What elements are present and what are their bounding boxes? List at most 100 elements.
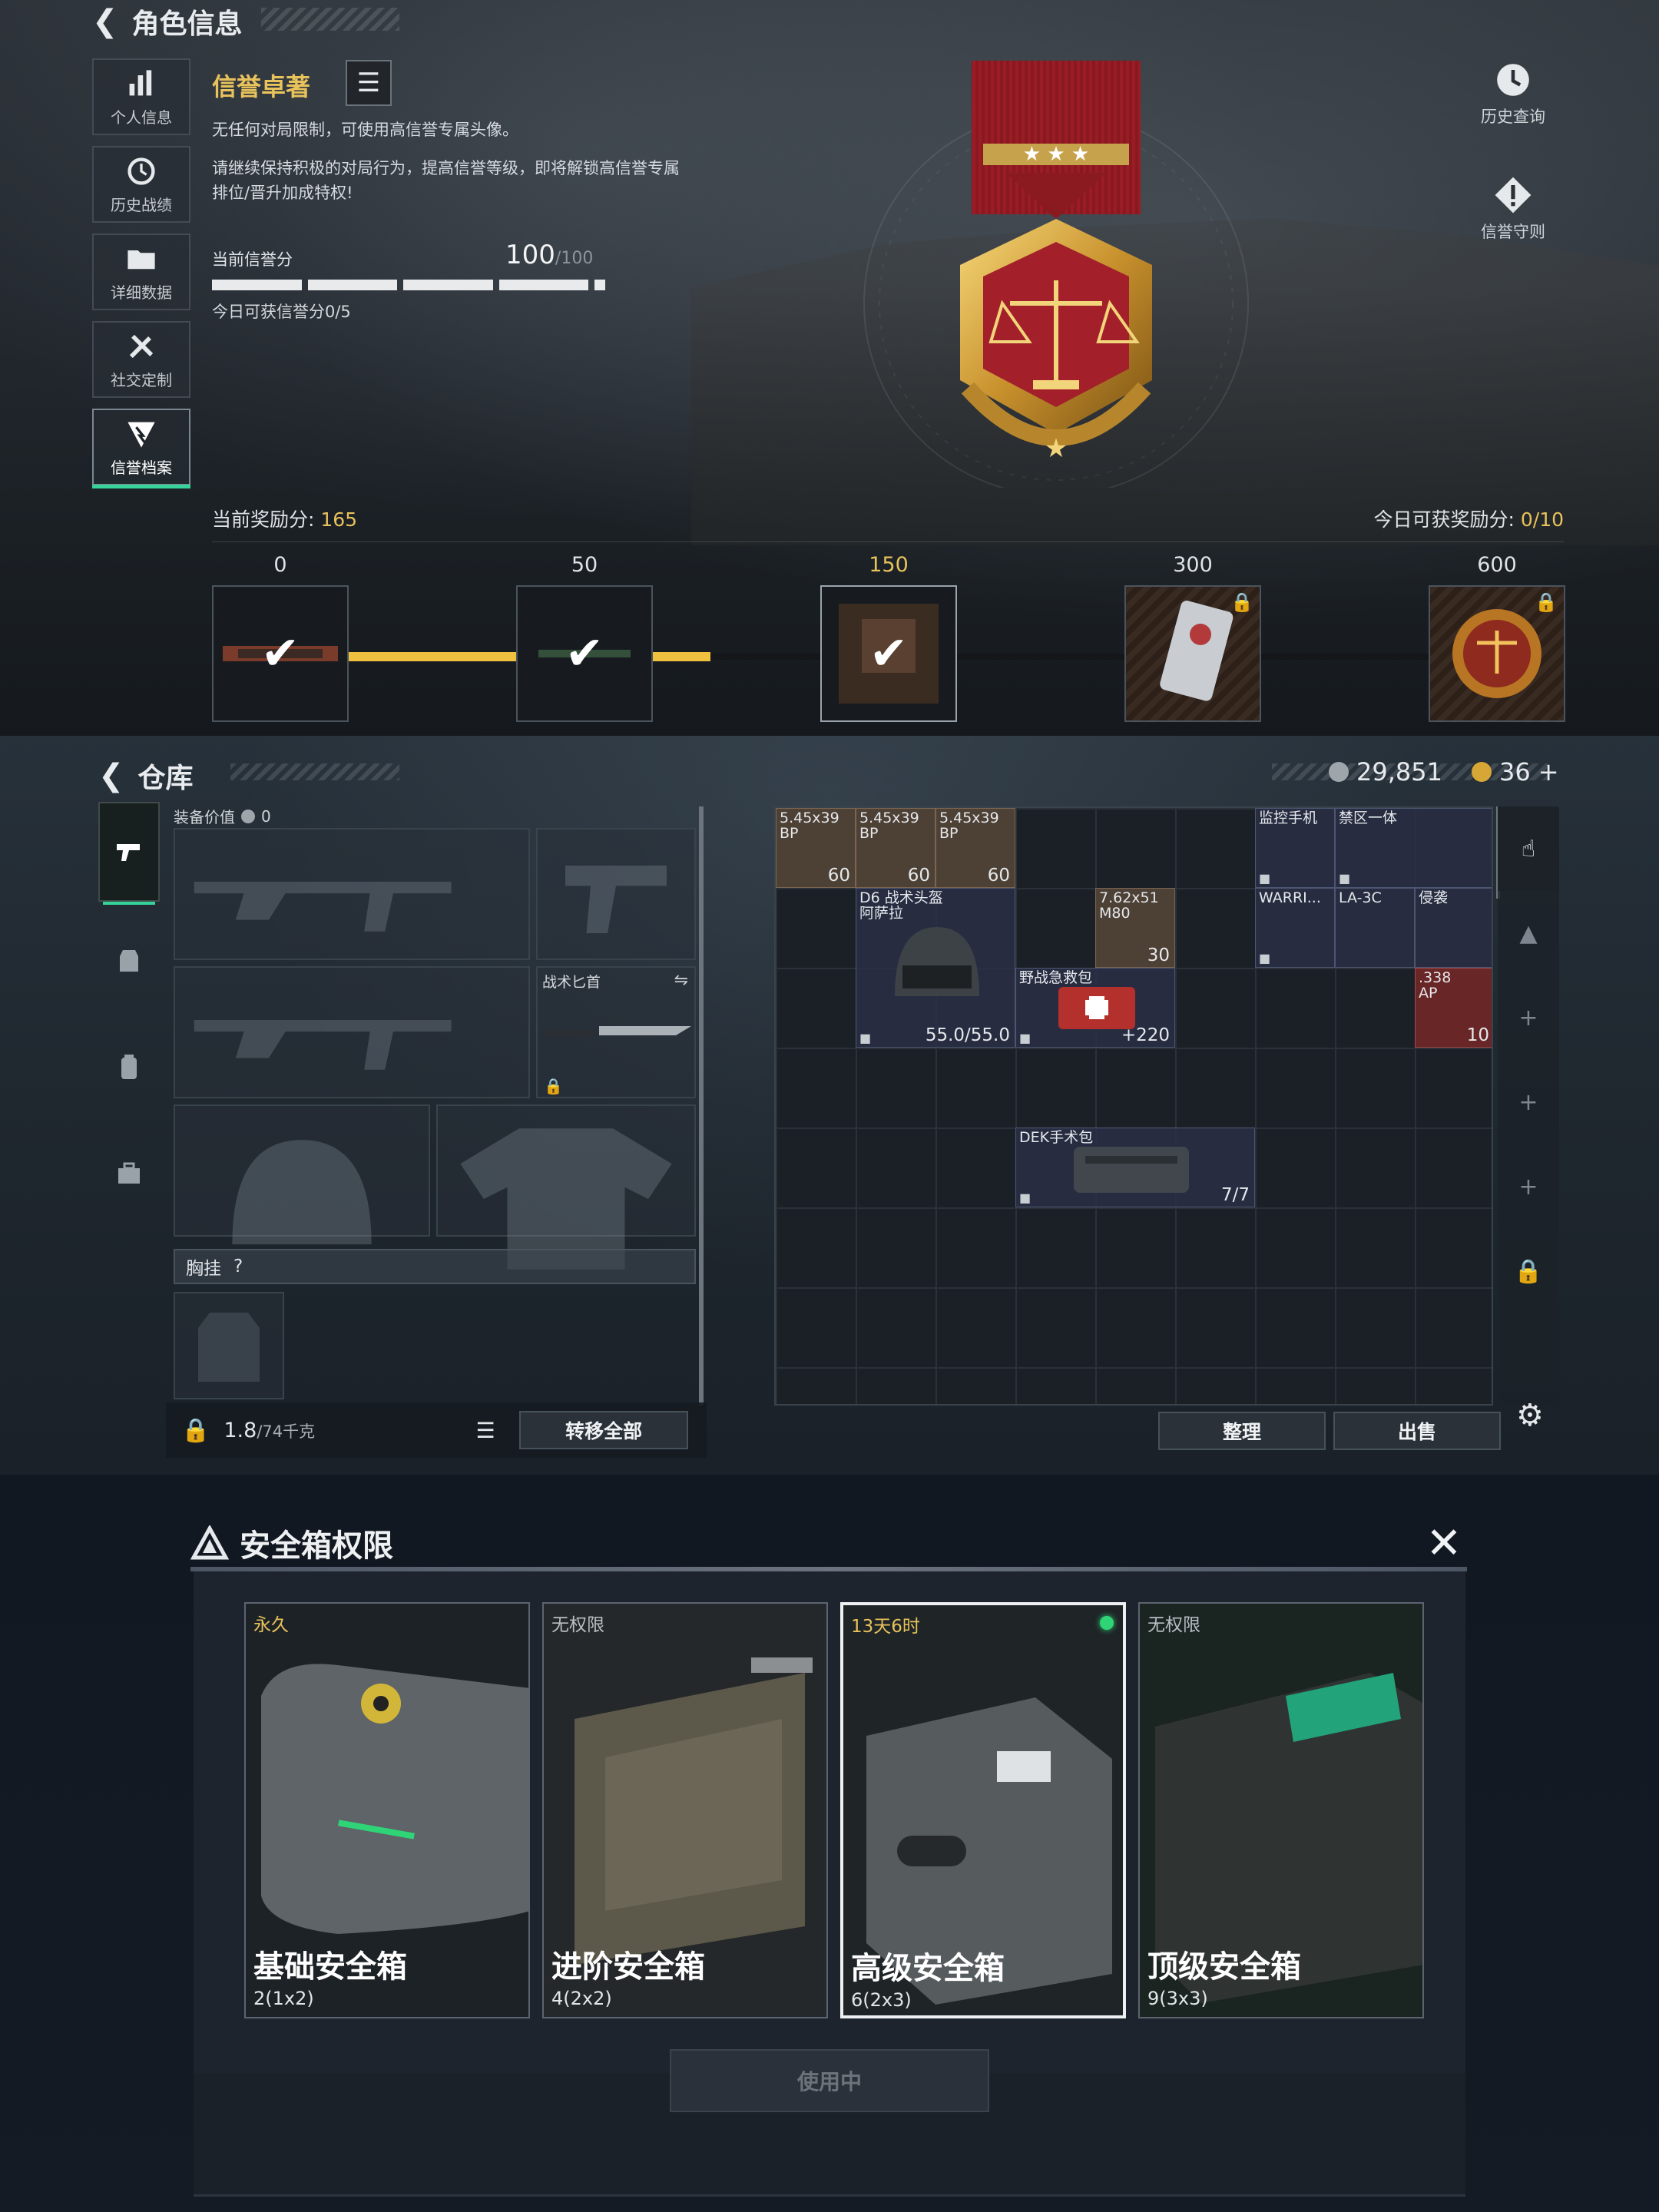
milestone-value: 0	[273, 553, 287, 577]
weight-display: 1.8/74千克	[224, 1419, 315, 1442]
swap-icon[interactable]: ⇋	[674, 971, 688, 990]
inventory-item[interactable]: D6 战术头盔 阿萨拉 55.0/55.0 ■	[856, 888, 1015, 1048]
sell-button[interactable]: 出售	[1333, 1412, 1501, 1450]
id-card-icon	[1160, 601, 1233, 701]
back-arrow-icon[interactable]: ❮	[92, 4, 118, 39]
add-tab-icon[interactable]: +	[1518, 975, 1538, 1060]
settings-gear-icon[interactable]: ⚙	[1516, 1398, 1544, 1433]
armor-slot[interactable]	[436, 1104, 696, 1270]
inventory-item[interactable]: 野战急救包 +220 ■	[1015, 968, 1175, 1048]
nav-weapons[interactable]	[98, 802, 160, 905]
help-icon[interactable]: ?	[233, 1257, 243, 1277]
inventory-item[interactable]: 监控手机 ■	[1255, 808, 1335, 888]
nav-backpack[interactable]	[98, 1017, 160, 1117]
milestone-value: 150	[869, 553, 909, 577]
knife-icon	[545, 1026, 691, 1037]
nav-case[interactable]	[98, 1123, 160, 1223]
vest-silhouette-icon	[198, 1313, 260, 1382]
inventory-item[interactable]: 5.45x39 BP 60	[856, 808, 935, 888]
bound-icon: ■	[1259, 871, 1271, 886]
side-nav-personal-info[interactable]: 个人信息	[92, 58, 190, 135]
inventory-item[interactable]: 5.45x39 BP 60	[935, 808, 1015, 888]
credit-label: 当前信誉分	[212, 250, 293, 269]
back-arrow-icon[interactable]: ❮	[98, 758, 124, 793]
credit-score: 100	[505, 240, 555, 270]
sort-button[interactable]: 整理	[1158, 1412, 1326, 1450]
check-icon: ✔	[260, 627, 300, 680]
divider	[212, 541, 1564, 542]
safebox-card-advanced[interactable]: 无权限 进阶安全箱 4(2x2)	[542, 1602, 828, 2018]
in-use-button[interactable]: 使用中	[670, 2049, 989, 2112]
milestone-1[interactable]: 50 ✔	[516, 553, 653, 722]
milestone-value: 600	[1477, 553, 1517, 577]
milestone-box: 🔒	[1429, 585, 1565, 722]
pistol-slot[interactable]	[536, 828, 696, 960]
chest-rig-slot[interactable]	[174, 1292, 284, 1399]
side-nav-label: 社交定制	[111, 370, 172, 389]
inventory-item[interactable]: 禁区一体 ■	[1335, 808, 1492, 888]
tools-icon	[129, 334, 154, 358]
safebox-name: 高级安全箱	[851, 1951, 1005, 1986]
safebox-card-top[interactable]: 无权限 顶级安全箱 9(3x3)	[1138, 1602, 1424, 2018]
reputation-rules-button[interactable]: 信誉守则	[1459, 175, 1567, 243]
safebox-capacity: 9(3x3)	[1147, 1988, 1208, 2009]
side-nav-social[interactable]: 社交定制	[92, 321, 190, 398]
side-nav-history[interactable]: 历史战绩	[92, 146, 190, 223]
safebox-card-premium[interactable]: 13天6时 高级安全箱 6(2x3)	[840, 1602, 1126, 2018]
inventory-item[interactable]: 侵袭	[1415, 888, 1492, 968]
side-nav-detail-data[interactable]: 详细数据	[92, 233, 190, 310]
equipment-scrollbar[interactable]	[699, 806, 704, 1406]
list-button[interactable]: ☰	[346, 60, 392, 106]
warehouse-header: ❮ 仓库	[98, 756, 194, 796]
history-query-button[interactable]: 历史查询	[1459, 60, 1567, 127]
milestone-3[interactable]: 300 🔒	[1124, 553, 1261, 722]
inventory-item[interactable]: 5.45x39 BP 60	[776, 808, 856, 888]
warehouse-grid[interactable]: 5.45x39 BP 60 5.45x39 BP 60 5.45x39 BP 60 监…	[774, 806, 1493, 1406]
rifle-silhouette-icon	[194, 881, 452, 932]
justice-badge-icon	[1452, 609, 1541, 698]
inventory-item[interactable]: WARRI... ■	[1255, 888, 1335, 968]
gold-currency[interactable]: 36 +	[1472, 757, 1559, 786]
safebox-card-basic[interactable]: 永久 基础安全箱 2(1x2)	[244, 1602, 530, 2018]
safebox-capacity: 2(1x2)	[253, 1988, 314, 2009]
add-tab-icon[interactable]: +	[1518, 1060, 1538, 1144]
side-nav-label: 详细数据	[111, 283, 172, 302]
silver-amount: 29,851	[1356, 757, 1442, 786]
lock-icon[interactable]: 🔒	[181, 1417, 210, 1444]
reputation-medal-icon: ★ ★ ★ ★	[863, 61, 1249, 488]
tab-storage-2-icon[interactable]: ▲	[1519, 891, 1537, 975]
history-icon	[1497, 64, 1529, 96]
milestone-0[interactable]: 0 ✔	[212, 553, 349, 722]
credit-max: /100	[555, 249, 594, 268]
character-info-panel: ❮ 角色信息 个人信息 历史战绩 详细数据 社交定制 信誉档案 信誉卓著 ☰ 无…	[0, 0, 1659, 736]
close-icon[interactable]: ✕	[1422, 1522, 1465, 1567]
history-query-label: 历史查询	[1481, 108, 1545, 126]
lock-icon: 🔒	[1230, 591, 1253, 613]
milestone-4[interactable]: 600 🔒	[1429, 553, 1565, 722]
tab-warehouse-icon[interactable]: ☝	[1498, 806, 1559, 891]
list-icon[interactable]: ☰	[465, 1410, 505, 1450]
check-icon: ✔	[565, 627, 604, 680]
primary-weapon-slot[interactable]	[174, 828, 530, 960]
milestone-box: ✔	[516, 585, 653, 722]
armor-vest-icon	[120, 950, 138, 972]
pistol-icon	[117, 844, 140, 861]
gold-add-icon[interactable]: +	[1538, 757, 1559, 786]
lock-icon[interactable]: 🔒	[1514, 1229, 1542, 1313]
credit-value: 100/100	[505, 240, 593, 270]
side-nav-reputation[interactable]: 信誉档案	[92, 409, 190, 488]
transfer-all-button[interactable]: 转移全部	[519, 1411, 689, 1449]
warehouse-tabs: ☝ ▲ + + + 🔒	[1498, 806, 1559, 1406]
milestone-2[interactable]: 150 ✔	[820, 553, 957, 722]
melee-slot[interactable]: 战术匕首 ⇋ 🔒	[536, 966, 696, 1098]
inventory-item[interactable]: DEK手术包 7/7 ■	[1015, 1128, 1255, 1207]
add-tab-icon[interactable]: +	[1518, 1144, 1538, 1229]
inventory-item[interactable]: .338 AP 10	[1415, 968, 1492, 1048]
inventory-item[interactable]: 7.62x51 M80 30	[1095, 888, 1175, 968]
safebox-tag: 永久	[253, 1615, 289, 1635]
inventory-item[interactable]: LA-3C	[1335, 888, 1415, 968]
secondary-weapon-slot[interactable]	[174, 966, 530, 1098]
nav-armor[interactable]	[98, 911, 160, 1011]
helmet-slot[interactable]	[174, 1104, 430, 1245]
backpack-icon	[121, 1055, 137, 1079]
